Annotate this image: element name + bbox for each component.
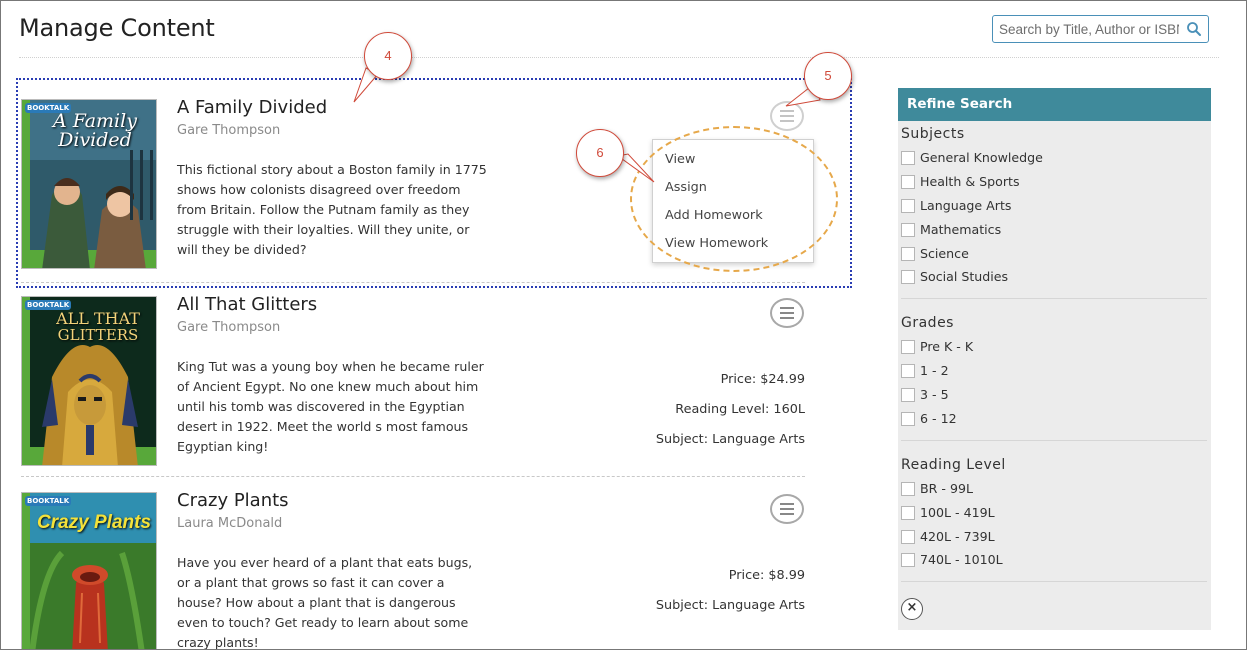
facet-label: Language Arts: [920, 198, 1012, 213]
actions-dropdown-menu: View Assign Add Homework View Homework: [652, 139, 814, 263]
refine-search-header: Refine Search: [898, 88, 1211, 121]
book-title[interactable]: A Family Divided: [177, 97, 327, 118]
close-icon: ×: [906, 600, 918, 615]
callout-6: 6: [576, 129, 624, 177]
facet-title-reading-level: Reading Level: [901, 457, 1006, 473]
menu-item-view-homework[interactable]: View Homework: [665, 236, 768, 251]
search-box[interactable]: [992, 15, 1209, 43]
hamburger-menu-icon-line: [780, 115, 794, 117]
facet-label: Social Studies: [920, 269, 1009, 284]
checkbox[interactable]: [901, 175, 915, 189]
callout-4: 4: [364, 32, 412, 80]
checkbox[interactable]: [901, 388, 915, 402]
book-description: This fictional story about a Boston fami…: [177, 162, 487, 257]
facet-divider: [901, 581, 1207, 582]
refine-search-panel: Refine Search Subjects General Knowledge…: [898, 88, 1211, 630]
book-author: Laura McDonald: [177, 516, 283, 531]
facet-divider: [901, 298, 1207, 299]
hamburger-menu-icon-line: [780, 513, 794, 515]
book-title[interactable]: All That Glitters: [177, 294, 317, 315]
checkbox[interactable]: [901, 270, 915, 284]
facet-label: 100L - 419L: [920, 505, 995, 520]
actions-menu-button[interactable]: [770, 298, 804, 328]
facet-label: 1 - 2: [920, 363, 949, 378]
facet-title-grades: Grades: [901, 315, 954, 331]
checkbox[interactable]: [901, 223, 915, 237]
cover-series-badge: BOOKTALK: [25, 496, 72, 506]
checkbox[interactable]: [901, 364, 915, 378]
checkbox[interactable]: [901, 530, 915, 544]
book-reading-level: Reading Level: 160L: [675, 402, 805, 417]
facet-label: Science: [920, 246, 969, 261]
cover-title: Crazy Plants: [36, 512, 152, 533]
page-title: Manage Content: [19, 14, 215, 42]
cover-title: A Family Divided: [53, 110, 137, 151]
menu-item-view[interactable]: View: [665, 152, 695, 167]
facet-label: General Knowledge: [920, 150, 1043, 165]
row-divider: [21, 476, 805, 477]
book-price: Price: $24.99: [720, 372, 805, 387]
hamburger-menu-icon-line: [780, 120, 794, 122]
menu-item-assign[interactable]: Assign: [665, 180, 707, 195]
book-author: Gare Thompson: [177, 320, 281, 335]
book-author: Gare Thompson: [177, 123, 281, 138]
callout-5: 5: [804, 52, 852, 100]
book-title[interactable]: Crazy Plants: [177, 490, 289, 511]
checkbox[interactable]: [901, 482, 915, 496]
book-item: BOOKTALK Crazy Plants Crazy Plants Laura…: [21, 490, 811, 650]
book-subject: Subject: Language Arts: [655, 432, 805, 447]
hamburger-menu-icon-line: [780, 312, 794, 314]
facet-label: BR - 99L: [920, 481, 973, 496]
facet-label: Health & Sports: [920, 174, 1020, 189]
hamburger-menu-icon-line: [780, 508, 794, 510]
book-subject: Subject: Language Arts: [655, 598, 805, 613]
book-description: King Tut was a young boy when he became …: [177, 359, 484, 454]
book-cover[interactable]: BOOKTALK Crazy Plants: [21, 492, 157, 650]
checkbox[interactable]: [901, 199, 915, 213]
checkbox[interactable]: [901, 151, 915, 165]
checkbox[interactable]: [901, 340, 915, 354]
checkbox[interactable]: [901, 247, 915, 261]
search-icon[interactable]: [1186, 21, 1202, 37]
facet-label: 3 - 5: [920, 387, 949, 402]
facet-label: Mathematics: [920, 222, 1002, 237]
book-cover[interactable]: BOOKTALK A Family Divided: [21, 99, 157, 269]
facet-label: 6 - 12: [920, 411, 957, 426]
checkbox[interactable]: [901, 553, 915, 567]
book-item: BOOKTALK ALL THAT GLITTERS All That Glit…: [21, 294, 811, 468]
title-divider: [19, 57, 1219, 58]
row-divider: [21, 282, 805, 283]
facet-label: Pre K - K: [920, 339, 974, 354]
book-price: Price: $8.99: [728, 568, 805, 583]
book-description: Have you ever heard of a plant that eats…: [177, 555, 473, 650]
hamburger-menu-icon: [780, 503, 794, 505]
facet-divider: [901, 440, 1207, 441]
hamburger-menu-icon: [780, 307, 794, 309]
search-input[interactable]: [999, 19, 1179, 39]
cover-title-line-2: GLITTERS: [57, 326, 139, 344]
clear-filters-button[interactable]: ×: [901, 598, 923, 620]
actions-menu-button[interactable]: [770, 494, 804, 524]
facet-label: 740L - 1010L: [920, 552, 1003, 567]
checkbox[interactable]: [901, 412, 915, 426]
book-cover[interactable]: BOOKTALK ALL THAT GLITTERS: [21, 296, 157, 466]
facet-label: 420L - 739L: [920, 529, 995, 544]
hamburger-menu-icon-line: [780, 317, 794, 319]
hamburger-menu-icon: [780, 110, 794, 112]
checkbox[interactable]: [901, 506, 915, 520]
cover-title-line-1: ALL THAT: [56, 309, 140, 328]
menu-item-add-homework[interactable]: Add Homework: [665, 208, 763, 223]
facet-title-subjects: Subjects: [901, 126, 965, 142]
